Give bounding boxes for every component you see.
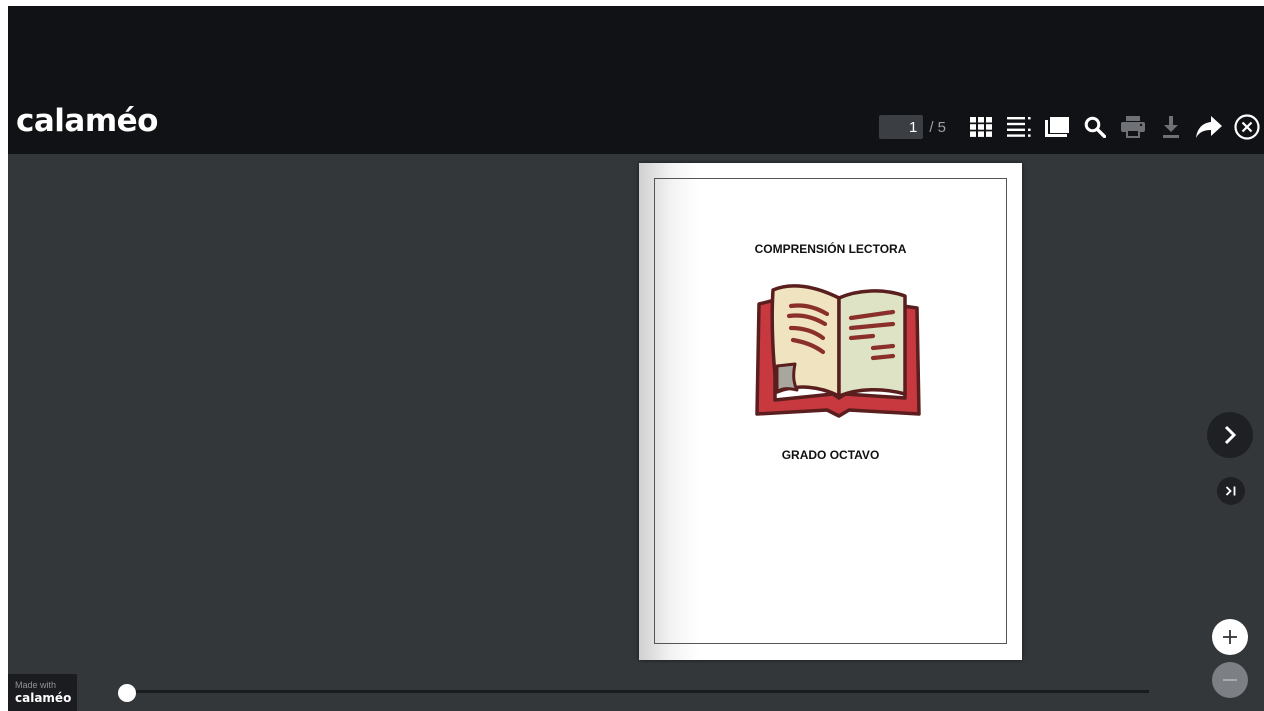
page-slider-track[interactable] [120,690,1149,693]
close-button[interactable] [1230,111,1264,143]
chevron-right-icon [1224,425,1237,445]
close-icon [1234,114,1260,140]
logo-text: calaméo [16,103,158,139]
document-page[interactable]: COMPRENSIÓN LECTORA GRADO OCTAVO [639,163,1022,660]
top-bar: calaméo 1 / 5 [8,6,1264,154]
current-page-value: 1 [908,118,918,136]
print-icon [1121,116,1145,138]
table-of-contents-icon [1007,117,1031,137]
share-icon [1196,116,1222,138]
library-button[interactable] [1040,111,1074,143]
zoom-out-button[interactable] [1212,662,1248,698]
skip-to-end-icon [1225,486,1236,496]
page-number-input[interactable]: 1 [879,115,924,139]
made-with-label: Made with [15,680,57,690]
download-icon [1163,116,1179,138]
open-book-icon [755,284,921,418]
library-icon [1045,117,1069,137]
minus-icon [1223,679,1237,681]
toolbar: 1 / 5 [879,111,1264,143]
calameo-logo[interactable]: calaméo [16,106,158,137]
grid-view-icon [970,117,992,137]
document-subtitle: GRADO OCTAVO [781,448,880,462]
last-page-button[interactable] [1217,477,1245,505]
document-title: COMPRENSIÓN LECTORA [754,242,907,256]
print-button[interactable] [1116,111,1150,143]
made-with-logo: calaméo [15,691,72,705]
search-icon [1084,116,1106,138]
page-total: / 5 [929,118,946,136]
made-with-calameo-badge[interactable]: Made with calaméo [8,674,77,711]
search-button[interactable] [1078,111,1112,143]
page-slider-thumb[interactable] [118,684,136,702]
grid-view-button[interactable] [964,111,998,143]
plus-icon [1223,630,1237,644]
zoom-in-button[interactable] [1212,619,1248,655]
next-page-button[interactable] [1207,412,1253,458]
download-button[interactable] [1154,111,1188,143]
table-of-contents-button[interactable] [1002,111,1036,143]
document-viewer: calaméo 1 / 5 COMPRENSIÓN LECTORA GRADO … [8,6,1264,711]
share-button[interactable] [1192,111,1226,143]
